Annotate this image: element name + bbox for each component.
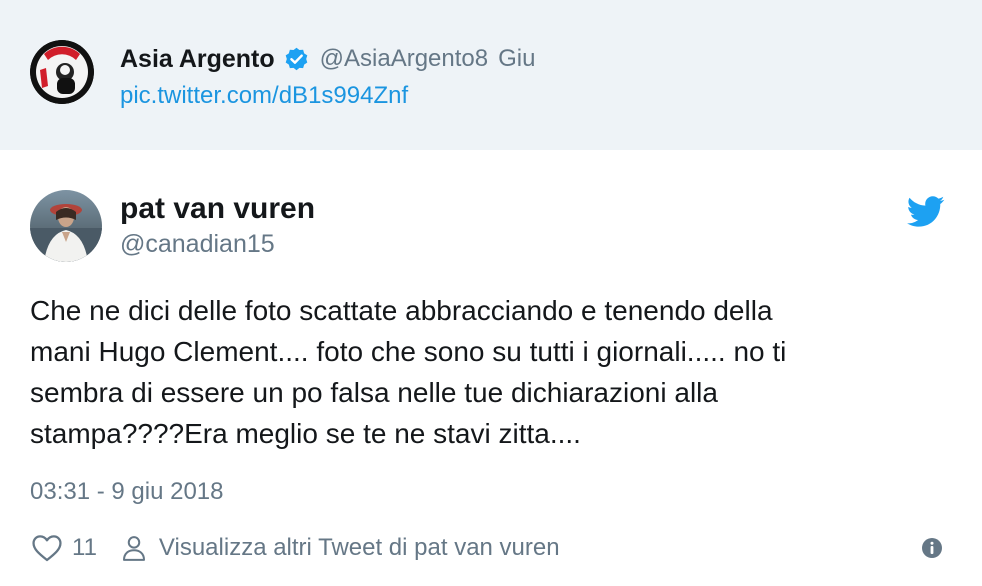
quoted-tweet-link[interactable]: pic.twitter.com/dB1s994Znf	[120, 82, 408, 110]
tweet-text: Che ne dici delle foto scattate abbracci…	[30, 290, 955, 454]
tweet-text-line: stampa????Era meglio se te ne stavi zitt…	[30, 418, 581, 449]
info-icon[interactable]	[920, 536, 944, 560]
view-more-tweets-link[interactable]: Visualizza altri Tweet di pat van vuren	[159, 534, 560, 562]
author-handle[interactable]: @canadian15	[120, 230, 275, 259]
heart-icon[interactable]	[30, 531, 64, 565]
quoted-tweet-date: Giu	[498, 45, 536, 72]
quoted-tweet[interactable]: Asia Argento @AsiaArgento8 Giu pic.twitt…	[0, 0, 982, 150]
quoted-author-row: Asia Argento @AsiaArgento8 Giu	[120, 42, 535, 76]
quoted-author-name[interactable]: Asia Argento	[120, 45, 275, 74]
tweet-text-line: sembra di essere un po falsa nelle tue d…	[30, 377, 718, 408]
person-icon	[122, 536, 145, 561]
quoted-author-handle[interactable]: @AsiaArgento8	[320, 45, 488, 73]
twitter-bird-icon[interactable]	[907, 192, 945, 230]
verified-badge-icon	[285, 47, 307, 70]
quoted-author-avatar[interactable]	[30, 40, 94, 104]
author-avatar[interactable]	[30, 190, 102, 262]
tweet-actions: 11 Visualizza altri Tweet di pat van vur…	[30, 530, 560, 566]
tweet-timestamp[interactable]: 03:31 - 9 giu 2018	[30, 478, 224, 506]
tweet-text-line: mani Hugo Clement.... foto che sono su t…	[30, 336, 787, 367]
like-count: 11	[72, 534, 97, 561]
author-name[interactable]: pat van vuren	[120, 192, 315, 226]
tweet-text-line: Che ne dici delle foto scattate abbracci…	[30, 295, 773, 326]
